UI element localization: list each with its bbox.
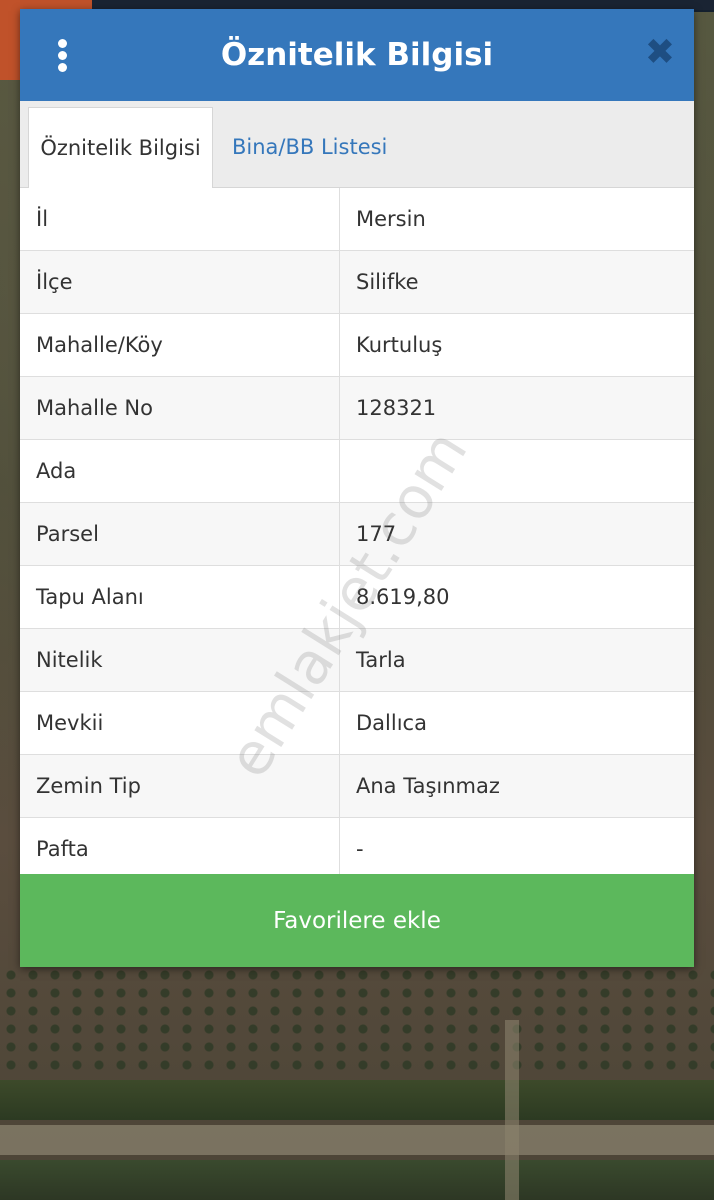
dialog-header: Öznitelik Bilgisi ✖: [20, 9, 694, 101]
attribute-label: Mevkii: [20, 692, 340, 754]
map-field-bottom: [0, 1160, 714, 1200]
attribute-value: 177: [356, 522, 397, 546]
more-vertical-icon[interactable]: [58, 39, 70, 75]
attribute-value: Dallıca: [356, 711, 427, 735]
table-row: Mevkii Dallıca: [20, 692, 694, 755]
tab-building-list[interactable]: Bina/BB Listesi: [232, 107, 387, 187]
attribute-info-dialog: Öznitelik Bilgisi ✖ Öznitelik Bilgisi Bi…: [20, 9, 694, 967]
table-row: Pafta -: [20, 818, 694, 881]
table-row: İlçe Silifke: [20, 251, 694, 314]
attribute-label: Nitelik: [20, 629, 340, 691]
map-road: [0, 1125, 714, 1155]
dialog-title: Öznitelik Bilgisi: [220, 37, 494, 73]
map-side-track: [505, 1020, 519, 1200]
table-row: Ada: [20, 440, 694, 503]
attribute-value: -: [356, 837, 364, 861]
table-row: Nitelik Tarla: [20, 629, 694, 692]
tab-attribute-info[interactable]: Öznitelik Bilgisi: [28, 107, 213, 189]
table-row: İl Mersin: [20, 188, 694, 251]
attribute-value: [340, 440, 694, 502]
attribute-table: İl Mersin İlçe Silifke Mahalle/Köy Kurtu…: [20, 188, 694, 881]
add-to-favorites-button[interactable]: Favorilere ekle: [20, 874, 694, 967]
table-row: Tapu Alanı 8.619,80: [20, 566, 694, 629]
attribute-label: İl: [20, 188, 340, 250]
table-row: Zemin Tip Ana Taşınmaz: [20, 755, 694, 818]
table-row: Mahalle/Köy Kurtuluş: [20, 314, 694, 377]
attribute-label: Zemin Tip: [20, 755, 340, 817]
attribute-label: Mahalle No: [20, 377, 340, 439]
attribute-label: Mahalle/Köy: [20, 314, 340, 376]
attribute-label: Pafta: [20, 818, 340, 880]
attribute-value: 8.619,80: [356, 585, 450, 609]
map-orchard-area: [0, 966, 714, 1076]
attribute-value: 128321: [356, 396, 437, 420]
attribute-label: İlçe: [20, 251, 340, 313]
attribute-label: Ada: [20, 440, 340, 502]
table-row: Mahalle No 128321: [20, 377, 694, 440]
tab-bar: Öznitelik Bilgisi Bina/BB Listesi: [20, 101, 694, 189]
attribute-value: Mersin: [356, 207, 426, 231]
table-row: Parsel 177: [20, 503, 694, 566]
attribute-value: Silifke: [356, 270, 419, 294]
map-field-row: [0, 1080, 714, 1120]
attribute-value: Kurtuluş: [356, 333, 443, 357]
attribute-label: Tapu Alanı: [20, 566, 340, 628]
close-icon[interactable]: ✖: [640, 33, 680, 73]
attribute-value: Ana Taşınmaz: [356, 774, 500, 798]
attribute-label: Parsel: [20, 503, 340, 565]
attribute-value: Tarla: [356, 648, 406, 672]
